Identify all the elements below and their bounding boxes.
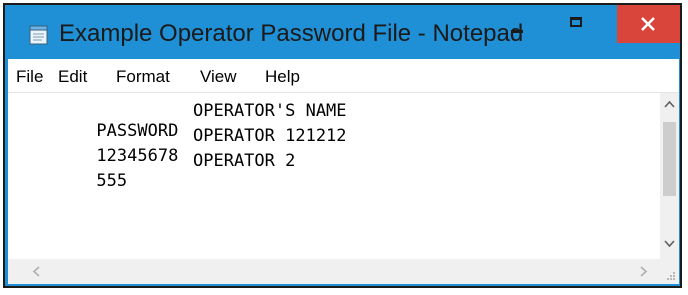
- chevron-right-icon[interactable]: [637, 265, 650, 278]
- menu-view[interactable]: View: [200, 67, 237, 87]
- menu-format[interactable]: Format: [116, 67, 170, 87]
- chevron-left-icon[interactable]: [30, 265, 43, 278]
- title-bar[interactable]: Example Operator Password File - Notepad: [5, 5, 680, 59]
- menu-edit[interactable]: Edit: [58, 67, 87, 87]
- close-button[interactable]: [617, 5, 680, 43]
- text-line: 555 OPERATOR 2: [35, 151, 295, 231]
- line-operator-name: OPERATOR 2: [193, 151, 296, 171]
- close-icon: [641, 17, 655, 31]
- vertical-scrollbar[interactable]: [660, 93, 679, 259]
- menu-help[interactable]: Help: [265, 67, 300, 87]
- maximize-icon: [570, 17, 582, 27]
- menu-file[interactable]: File: [16, 67, 43, 87]
- menu-bar: File Edit Format View Help: [8, 59, 679, 93]
- line-operator-name: OPERATOR 121212: [193, 126, 347, 146]
- window-title: Example Operator Password File - Notepad: [59, 20, 524, 47]
- line-operator-name: OPERATOR'S NAME: [193, 101, 347, 121]
- resize-grip-icon[interactable]: [660, 259, 679, 284]
- text-editor[interactable]: PASSWORD OPERATOR'S NAME 12345678 OPERAT…: [8, 93, 660, 259]
- notepad-icon[interactable]: [29, 25, 49, 45]
- vertical-scrollbar-thumb[interactable]: [663, 122, 676, 196]
- maximize-button[interactable]: [545, 5, 609, 45]
- chevron-up-icon[interactable]: [663, 98, 676, 111]
- chevron-down-icon[interactable]: [663, 237, 676, 250]
- line-password: 555: [96, 171, 128, 191]
- horizontal-scrollbar[interactable]: [8, 259, 660, 284]
- minimize-button[interactable]: [497, 5, 537, 45]
- minimize-icon: [511, 30, 523, 33]
- notepad-window: Example Operator Password File - Notepad…: [3, 3, 682, 288]
